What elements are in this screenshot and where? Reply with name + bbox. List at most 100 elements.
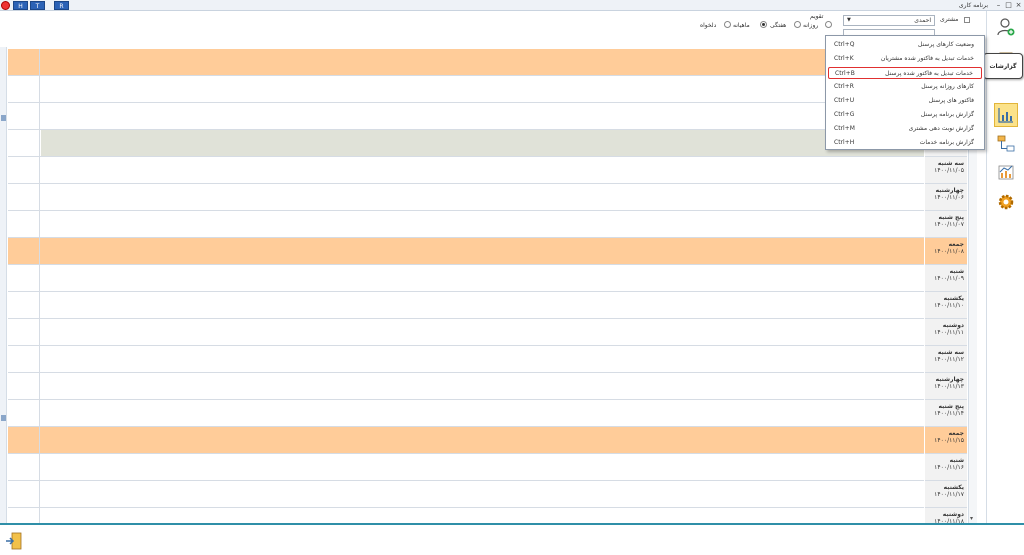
stats-button[interactable]	[994, 160, 1018, 184]
quick-button-r[interactable]: R	[54, 1, 69, 10]
day-date: ۱۴۰۰/۱۱/۱۱	[934, 329, 964, 336]
chevron-down-icon: ▼	[847, 17, 851, 23]
table-row[interactable]	[8, 238, 924, 265]
menu-item[interactable]: Ctrl+U فاکتور های پرسنل	[828, 95, 982, 107]
menu-item-label: وضعیت کارهای پرسنل	[917, 41, 974, 48]
reports-button[interactable]	[994, 103, 1018, 127]
row-cell[interactable]	[8, 454, 40, 480]
table-row[interactable]	[8, 211, 924, 238]
table-row[interactable]	[8, 292, 924, 319]
workflow-button[interactable]	[994, 132, 1018, 156]
day-cell: شنبه ۱۴۰۰/۱۱/۱۶	[925, 454, 967, 481]
scroll-down-icon[interactable]: ▾	[970, 515, 973, 522]
day-name: چهارشنبه	[935, 376, 964, 383]
day-name: شنبه	[949, 457, 964, 464]
row-cell[interactable]	[8, 427, 40, 453]
menu-item[interactable]: Ctrl+K خدمات تبدیل به فاکتور شده مشتریان	[828, 53, 982, 65]
day-cell: پنج شنبه ۱۴۰۰/۱۱/۱۴	[925, 400, 967, 427]
day-date: ۱۴۰۰/۱۱/۱۰	[934, 302, 964, 309]
radio-custom-label: دلخواه	[700, 22, 717, 29]
row-cell[interactable]	[8, 346, 40, 372]
row-cell[interactable]	[41, 130, 924, 156]
day-name: سه شنبه	[937, 160, 964, 167]
customer-value: احمدی	[914, 17, 931, 24]
window-title: برنامه کاری	[958, 2, 988, 9]
menu-item[interactable]: Ctrl+Q وضعیت کارهای پرسنل	[828, 39, 982, 51]
radio-monthly-label: ماهیانه	[733, 22, 750, 29]
quick-button-h[interactable]: H	[13, 1, 28, 10]
day-cell: جمعه ۱۴۰۰/۱۱/۱۵	[925, 427, 967, 454]
row-cell[interactable]	[8, 292, 40, 318]
exit-button[interactable]	[5, 531, 25, 551]
table-row[interactable]	[8, 49, 924, 76]
radio-custom[interactable]	[724, 21, 731, 28]
radio-daily[interactable]	[825, 21, 832, 28]
table-row[interactable]	[8, 157, 924, 184]
app-icon[interactable]	[1, 1, 10, 10]
day-name: دوشنبه	[942, 511, 964, 518]
row-cell[interactable]	[8, 319, 40, 345]
customer-checkbox[interactable]	[964, 17, 970, 23]
menu-item[interactable]: Ctrl+G گزارش برنامه پرسنل	[828, 109, 982, 121]
menu-item-shortcut: Ctrl+M	[834, 125, 855, 132]
table-row[interactable]	[8, 427, 924, 454]
day-cell: یکشنبه ۱۴۰۰/۱۱/۱۷	[925, 481, 967, 508]
row-cell[interactable]	[8, 481, 40, 507]
table-row[interactable]	[8, 319, 924, 346]
row-cell[interactable]	[8, 265, 40, 291]
row-cell[interactable]	[8, 49, 40, 75]
table-row[interactable]	[8, 373, 924, 400]
table-row[interactable]	[8, 103, 924, 130]
add-user-button[interactable]	[994, 15, 1018, 39]
row-cell[interactable]	[8, 76, 40, 102]
menu-item[interactable]: Ctrl+M گزارش نوبت دهی مشتری	[828, 123, 982, 135]
settings-button[interactable]	[994, 190, 1018, 214]
row-cell[interactable]	[8, 130, 40, 156]
table-row[interactable]	[8, 184, 924, 211]
row-cell[interactable]	[8, 238, 40, 264]
minimize-button[interactable]: –	[994, 1, 1003, 10]
day-date: ۱۴۰۰/۱۱/۰۶	[934, 194, 964, 201]
menu-item[interactable]: Ctrl+B خدمات تبدیل به فاکتور شده پرسنل	[828, 67, 982, 79]
row-cell[interactable]	[8, 400, 40, 426]
add-user-icon	[997, 18, 1015, 36]
left-scrollbar[interactable]	[0, 47, 7, 523]
schedule-rows	[8, 49, 924, 535]
menu-item-shortcut: Ctrl+B	[835, 70, 855, 77]
table-row[interactable]	[8, 400, 924, 427]
radio-weekly-label: هفتگی	[770, 22, 787, 29]
radio-monthly[interactable]	[760, 21, 767, 28]
row-cell[interactable]	[8, 103, 40, 129]
radio-weekly[interactable]	[794, 21, 801, 28]
menu-item[interactable]: Ctrl+R کارهای روزانه پرسنل	[828, 81, 982, 93]
row-cell[interactable]	[8, 157, 40, 183]
day-name: جمعه	[948, 241, 964, 248]
table-row[interactable]	[8, 481, 924, 508]
table-row[interactable]	[8, 346, 924, 373]
customer-combo[interactable]: احمدی ▼	[843, 15, 935, 26]
menu-item-label: خدمات تبدیل به فاکتور شده مشتریان	[880, 55, 974, 62]
day-cell: سه شنبه ۱۴۰۰/۱۱/۱۲	[925, 346, 967, 373]
day-cell: پنج شنبه ۱۴۰۰/۱۱/۰۷	[925, 211, 967, 238]
scroll-handle[interactable]	[1, 115, 6, 121]
day-date: ۱۴۰۰/۱۱/۱۵	[934, 437, 964, 444]
row-cell[interactable]	[8, 373, 40, 399]
table-row[interactable]	[8, 454, 924, 481]
table-row[interactable]	[8, 76, 924, 103]
maximize-button[interactable]: □	[1004, 1, 1013, 10]
day-name: پنج شنبه	[938, 214, 964, 221]
row-cell[interactable]	[8, 184, 40, 210]
menu-item-label: گزارش برنامه پرسنل	[920, 111, 974, 118]
table-row[interactable]	[8, 130, 924, 157]
menu-item-label: گزارش برنامه خدمات	[919, 139, 974, 146]
day-name: یکشنبه	[943, 295, 964, 302]
table-row[interactable]	[8, 265, 924, 292]
menu-item[interactable]: Ctrl+H گزارش برنامه خدمات	[828, 137, 982, 149]
close-button[interactable]: ×	[1014, 1, 1023, 10]
quick-button-t[interactable]: T	[30, 1, 45, 10]
day-name: پنج شنبه	[938, 403, 964, 410]
row-cell[interactable]	[8, 211, 40, 237]
day-date: ۱۴۰۰/۱۱/۰۸	[934, 248, 964, 255]
reports-tooltip: گزارشات	[983, 53, 1023, 79]
scroll-handle[interactable]	[1, 415, 6, 421]
